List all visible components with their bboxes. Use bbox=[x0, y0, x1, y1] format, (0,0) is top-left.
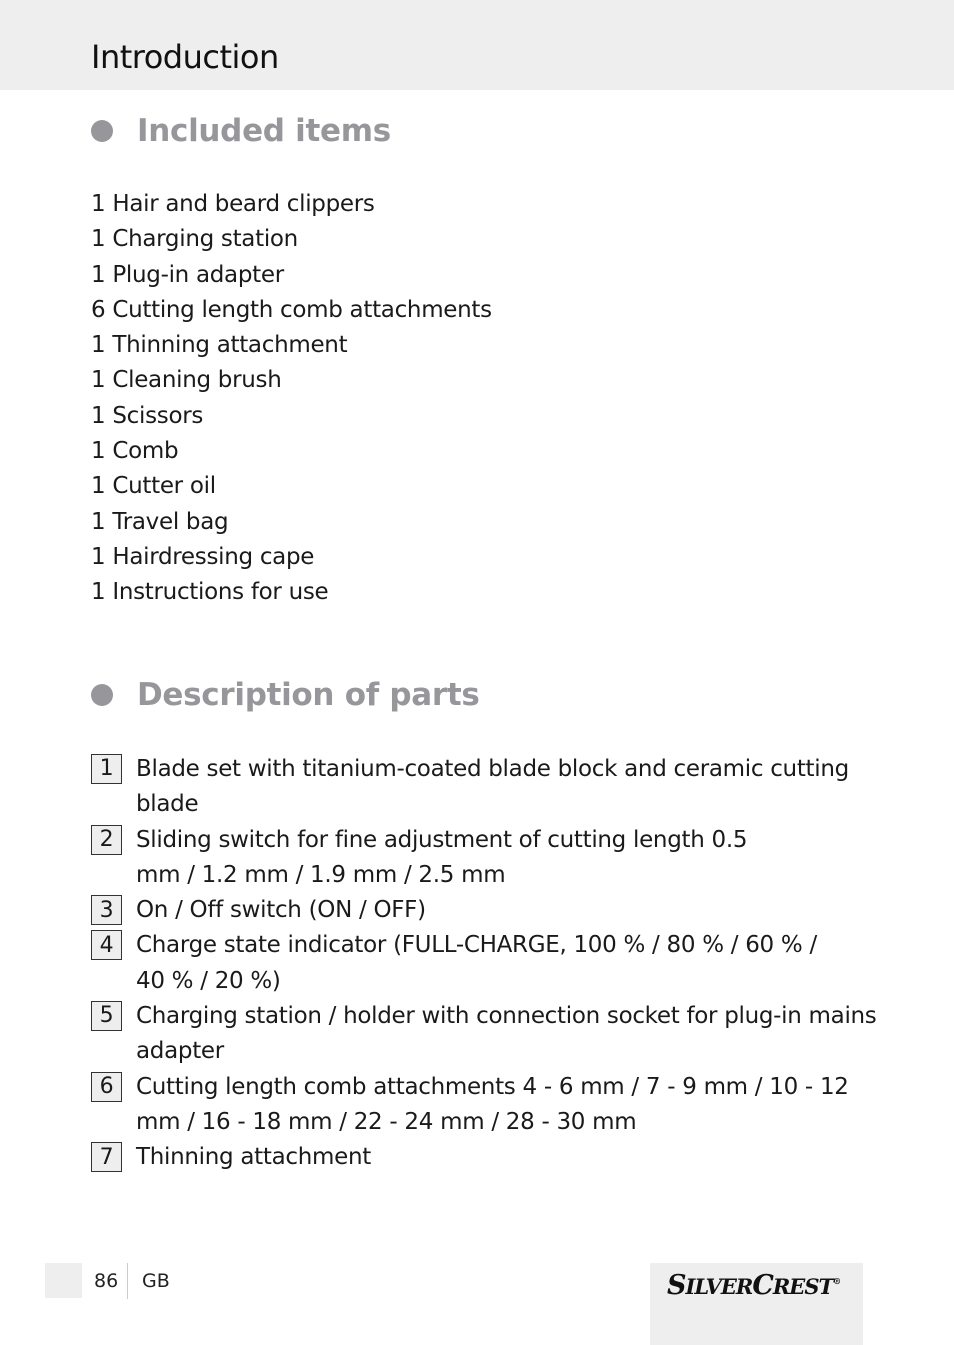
logo-part: C bbox=[752, 1270, 773, 1301]
included-items-heading: Included items bbox=[91, 113, 391, 149]
part-description: Cutting length comb attachments 4 - 6 mm… bbox=[136, 1073, 849, 1135]
silvercrest-logo: SILVERCREST® bbox=[667, 1270, 841, 1301]
list-item: 6 Cutting length comb attachments bbox=[91, 296, 492, 323]
list-item: 1 Comb bbox=[91, 438, 179, 465]
part-item: 2 Sliding switch for fine adjustment of … bbox=[91, 823, 881, 894]
bullet-icon bbox=[91, 120, 113, 142]
part-number-box: 2 bbox=[91, 824, 122, 855]
part-description: Thinning attachment bbox=[136, 1144, 371, 1171]
part-item: 7 Thinning attachment bbox=[91, 1140, 881, 1175]
list-item: 1 Cleaning brush bbox=[91, 367, 282, 394]
list-item: 1 Hair and beard clippers bbox=[91, 191, 375, 217]
logo-part: ILVER bbox=[685, 1274, 754, 1299]
bullet-icon bbox=[91, 684, 113, 706]
list-item: 1 Thinning attachment bbox=[91, 332, 348, 359]
part-item: 1 Blade set with titanium-coated blade b… bbox=[91, 752, 881, 823]
page-title: Introduction bbox=[91, 38, 279, 76]
logo-part: S bbox=[667, 1270, 686, 1301]
part-number-box: 7 bbox=[91, 1142, 122, 1173]
section-title: Included items bbox=[137, 113, 391, 149]
list-item: 1 Hairdressing cape bbox=[91, 543, 315, 570]
list-item: 1 Instructions for use bbox=[91, 579, 329, 606]
logo-part: REST bbox=[772, 1274, 834, 1299]
part-number-box: 6 bbox=[91, 1071, 122, 1102]
part-number-box: 5 bbox=[91, 1001, 122, 1032]
footer-page-block bbox=[45, 1263, 82, 1298]
page-number: 86 bbox=[94, 1270, 119, 1292]
part-item: 3 On / Off switch (ON / OFF) bbox=[91, 893, 881, 928]
list-item: 1 Plug-in adapter bbox=[91, 261, 284, 288]
description-of-parts-heading: Description of parts bbox=[91, 677, 480, 713]
part-description: Charge state indicator (FULL-CHARGE, 100… bbox=[136, 932, 817, 994]
list-item: 1 Charging station bbox=[91, 226, 298, 253]
part-number-box: 4 bbox=[91, 930, 122, 961]
part-number-box: 3 bbox=[91, 895, 122, 926]
part-item: 5 Charging station / holder with connect… bbox=[91, 999, 881, 1070]
list-item: 1 Cutter oil bbox=[91, 473, 216, 500]
registered-mark: ® bbox=[833, 1276, 841, 1286]
footer-divider bbox=[127, 1263, 128, 1299]
part-description: Charging station / holder with connectio… bbox=[136, 1003, 877, 1065]
section-title: Description of parts bbox=[137, 677, 480, 713]
part-item: 4 Charge state indicator (FULL-CHARGE, 1… bbox=[91, 928, 881, 999]
list-item: 1 Scissors bbox=[91, 402, 204, 429]
list-item: 1 Travel bag bbox=[91, 508, 229, 535]
part-description: On / Off switch (ON / OFF) bbox=[136, 897, 426, 924]
parts-list: 1 Blade set with titanium-coated blade b… bbox=[91, 752, 881, 1176]
part-description: Blade set with titanium-coated blade blo… bbox=[136, 756, 849, 818]
included-items-list: 1 Hair and beard clippers 1 Charging sta… bbox=[91, 187, 492, 611]
language-code: GB bbox=[142, 1270, 170, 1292]
part-description: Sliding switch for fine adjustment of cu… bbox=[136, 826, 748, 888]
part-item: 6 Cutting length comb attachments 4 - 6 … bbox=[91, 1070, 881, 1141]
part-number-box: 1 bbox=[91, 754, 122, 784]
